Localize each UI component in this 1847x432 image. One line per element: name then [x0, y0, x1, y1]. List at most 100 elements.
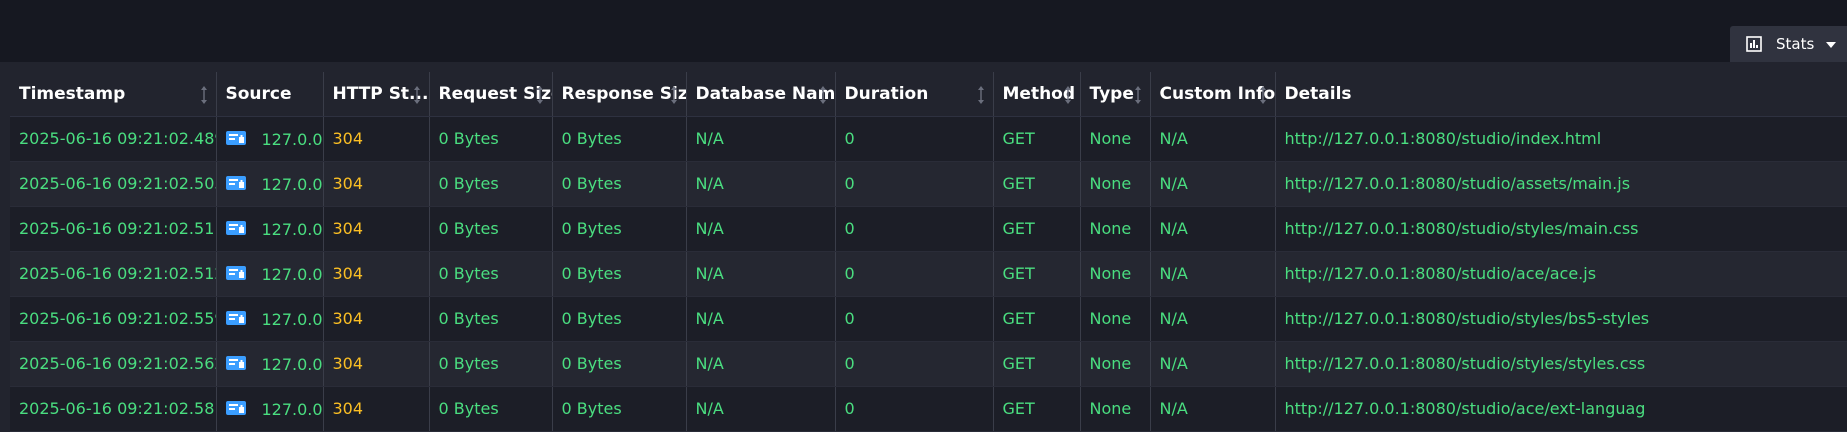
column-header-method[interactable]: Method: [993, 72, 1081, 117]
log-viewer-page: Stats Timestamp Source HTTP St... Request S…: [0, 0, 1847, 432]
column-header-response-size[interactable]: Response Size: [552, 72, 687, 117]
column-header-details[interactable]: Details: [1275, 72, 1847, 117]
cell-database: N/A: [686, 161, 836, 207]
caret-down-icon: [1826, 42, 1837, 48]
column-header-database-name[interactable]: Database Name: [686, 72, 836, 117]
sort-arrows-icon[interactable]: [413, 85, 421, 105]
source-host-icon: [225, 130, 246, 145]
request-log-table-container: Timestamp Source HTTP St... Request Size Res…: [0, 62, 1847, 432]
cell-details: http://127.0.0.1:8080/studio/assets/main…: [1275, 161, 1847, 207]
table-header-row: Timestamp Source HTTP St... Request Size Res…: [10, 72, 1847, 117]
cell-timestamp: 2025-06-16 09:21:02.505: [10, 161, 217, 207]
source-host-icon: [225, 355, 246, 370]
cell-duration: 0: [835, 206, 994, 252]
table-row[interactable]: 2025-06-16 09:21:02.581127.0.0.13040 Byt…: [10, 386, 1847, 432]
column-header-custom-info[interactable]: Custom Info: [1150, 72, 1276, 117]
sort-arrows-icon[interactable]: [1259, 85, 1267, 105]
cell-request-size: 0 Bytes: [429, 116, 553, 162]
source-address: 127.0.0.1: [261, 399, 323, 419]
sort-arrows-icon[interactable]: [1064, 85, 1072, 105]
cell-details: http://127.0.0.1:8080/studio/styles/bs5-…: [1275, 296, 1847, 342]
cell-request-size: 0 Bytes: [429, 296, 553, 342]
cell-response-size: 0 Bytes: [552, 341, 687, 387]
column-header-request-size[interactable]: Request Size: [429, 72, 553, 117]
column-header-label: Type: [1089, 83, 1134, 104]
cell-type: None: [1080, 206, 1151, 252]
cell-request-size: 0 Bytes: [429, 251, 553, 297]
cell-custom-info: N/A: [1150, 251, 1276, 297]
stats-dropdown-button[interactable]: Stats: [1730, 26, 1847, 62]
sort-arrows-icon[interactable]: [1134, 85, 1142, 105]
sort-arrows-icon[interactable]: [819, 85, 827, 105]
sort-arrows-icon[interactable]: [670, 85, 678, 105]
table-row[interactable]: 2025-06-16 09:21:02.562127.0.0.13040 Byt…: [10, 341, 1847, 387]
cell-source: 127.0.0.1: [216, 206, 324, 252]
cell-custom-info: N/A: [1150, 341, 1276, 387]
table-row[interactable]: 2025-06-16 09:21:02.512127.0.0.13040 Byt…: [10, 251, 1847, 297]
cell-source: 127.0.0.1: [216, 251, 324, 297]
cell-timestamp: 2025-06-16 09:21:02.489: [10, 116, 217, 162]
cell-response-size: 0 Bytes: [552, 386, 687, 432]
cell-status: 304: [323, 251, 430, 297]
table-body: 2025-06-16 09:21:02.489127.0.0.13040 Byt…: [10, 116, 1847, 432]
cell-duration: 0: [835, 116, 994, 162]
source-address: 127.0.0.1: [261, 219, 323, 239]
cell-method: GET: [993, 386, 1081, 432]
cell-database: N/A: [686, 251, 836, 297]
table-row[interactable]: 2025-06-16 09:21:02.489127.0.0.13040 Byt…: [10, 116, 1847, 162]
cell-method: GET: [993, 251, 1081, 297]
cell-duration: 0: [835, 161, 994, 207]
cell-request-size: 0 Bytes: [429, 161, 553, 207]
cell-timestamp: 2025-06-16 09:21:02.512: [10, 251, 217, 297]
stats-label: Stats: [1776, 35, 1815, 53]
cell-status: 304: [323, 296, 430, 342]
cell-details: http://127.0.0.1:8080/studio/ace/ace.js: [1275, 251, 1847, 297]
table-row[interactable]: 2025-06-16 09:21:02.505127.0.0.13040 Byt…: [10, 161, 1847, 207]
column-header-type[interactable]: Type: [1080, 72, 1151, 117]
cell-duration: 0: [835, 341, 994, 387]
cell-type: None: [1080, 386, 1151, 432]
cell-method: GET: [993, 206, 1081, 252]
top-toolbar: Stats: [0, 0, 1847, 62]
cell-response-size: 0 Bytes: [552, 296, 687, 342]
column-header-timestamp[interactable]: Timestamp: [10, 72, 217, 117]
source-host-icon: [225, 175, 246, 190]
cell-database: N/A: [686, 296, 836, 342]
cell-source: 127.0.0.1: [216, 341, 324, 387]
cell-type: None: [1080, 296, 1151, 342]
cell-details: http://127.0.0.1:8080/studio/styles/styl…: [1275, 341, 1847, 387]
source-host-icon: [225, 310, 246, 325]
column-header-label: Database Name: [695, 83, 835, 104]
cell-status: 304: [323, 386, 430, 432]
cell-timestamp: 2025-06-16 09:21:02.562: [10, 341, 217, 387]
source-address: 127.0.0.1: [261, 309, 323, 329]
column-header-label: Source: [225, 83, 292, 104]
cell-source: 127.0.0.1: [216, 296, 324, 342]
cell-status: 304: [323, 206, 430, 252]
table-row[interactable]: 2025-06-16 09:21:02.511127.0.0.13040 Byt…: [10, 206, 1847, 252]
cell-custom-info: N/A: [1150, 296, 1276, 342]
source-host-icon: [225, 265, 246, 280]
cell-duration: 0: [835, 251, 994, 297]
cell-type: None: [1080, 161, 1151, 207]
cell-source: 127.0.0.1: [216, 161, 324, 207]
source-address: 127.0.0.1: [261, 174, 323, 194]
cell-request-size: 0 Bytes: [429, 386, 553, 432]
cell-source: 127.0.0.1: [216, 116, 324, 162]
cell-response-size: 0 Bytes: [552, 161, 687, 207]
sort-arrows-icon[interactable]: [536, 85, 544, 105]
cell-type: None: [1080, 116, 1151, 162]
column-header-http-st[interactable]: HTTP St...: [323, 72, 430, 117]
sort-arrows-icon[interactable]: [200, 85, 208, 105]
cell-custom-info: N/A: [1150, 206, 1276, 252]
cell-database: N/A: [686, 206, 836, 252]
cell-method: GET: [993, 296, 1081, 342]
column-header-source[interactable]: Source: [216, 72, 324, 117]
source-address: 127.0.0.1: [261, 129, 323, 149]
cell-response-size: 0 Bytes: [552, 116, 687, 162]
cell-duration: 0: [835, 296, 994, 342]
cell-request-size: 0 Bytes: [429, 206, 553, 252]
table-row[interactable]: 2025-06-16 09:21:02.559127.0.0.13040 Byt…: [10, 296, 1847, 342]
column-header-duration[interactable]: Duration: [835, 72, 994, 117]
sort-arrows-icon[interactable]: [977, 85, 985, 105]
